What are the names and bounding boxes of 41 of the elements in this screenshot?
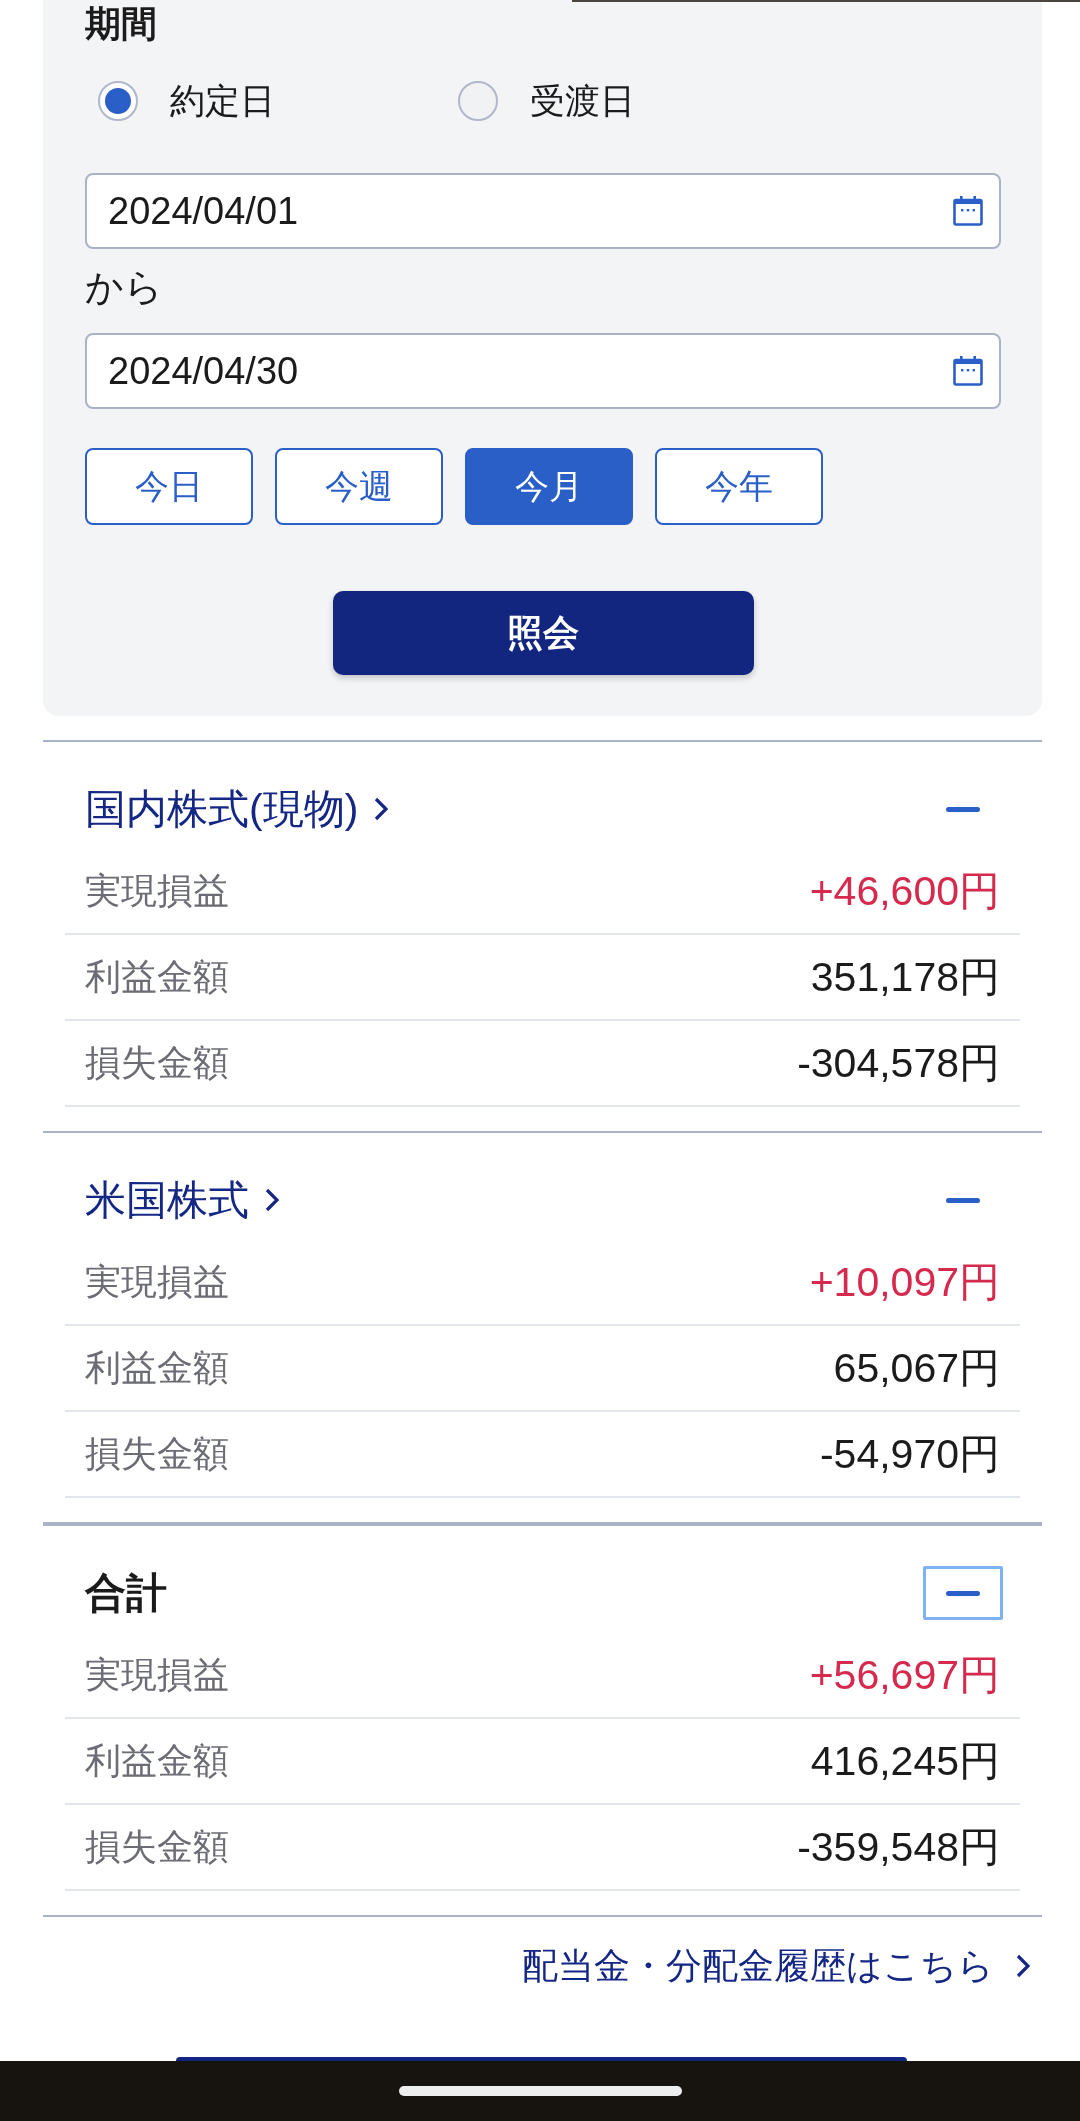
radio-button[interactable] xyxy=(458,81,498,121)
radio-button[interactable] xyxy=(98,81,138,121)
row-value: -359,548円 xyxy=(797,1822,1000,1872)
row-label: 損失金額 xyxy=(85,1040,229,1085)
period-heading: 期間 xyxy=(85,4,157,44)
row-value: -304,578円 xyxy=(797,1038,1000,1088)
calendar-icon[interactable] xyxy=(953,196,983,226)
range-label: から xyxy=(85,265,163,309)
row-value: 416,245円 xyxy=(810,1736,1000,1786)
calendar-icon[interactable] xyxy=(953,356,983,386)
date-field[interactable]: 2024/04/01 xyxy=(85,173,1001,249)
section-title-link[interactable]: 国内株式(現物) xyxy=(85,782,389,836)
period-preset-button[interactable]: 今週 xyxy=(275,448,443,525)
row-value: -54,970円 xyxy=(819,1429,1000,1479)
row-label: 利益金額 xyxy=(85,954,229,999)
row-label: 利益金額 xyxy=(85,1345,229,1390)
period-preset-button[interactable]: 今年 xyxy=(655,448,823,525)
total-heading: 合計 xyxy=(85,1569,167,1618)
date-field[interactable]: 2024/04/30 xyxy=(85,333,1001,409)
row-label: 損失金額 xyxy=(85,1824,229,1869)
row-label: 利益金額 xyxy=(85,1738,229,1783)
chevron-right-icon xyxy=(374,797,389,821)
row-value: 351,178円 xyxy=(810,952,1000,1002)
row-value: +56,697円 xyxy=(809,1650,1000,1700)
chevron-right-icon xyxy=(265,1188,279,1212)
row-value: 65,067円 xyxy=(833,1343,1000,1393)
row-value: +10,097円 xyxy=(809,1257,1000,1307)
row-label: 実現損益 xyxy=(85,1259,229,1304)
radio-label[interactable]: 約定日 xyxy=(170,79,275,123)
section-title-link[interactable]: 米国株式 xyxy=(85,1173,279,1227)
row-value: +46,600円 xyxy=(809,866,1000,916)
period-preset-button[interactable]: 今月 xyxy=(465,448,633,525)
chevron-right-icon xyxy=(1016,1954,1030,1978)
row-label: 損失金額 xyxy=(85,1431,229,1476)
collapse-button[interactable] xyxy=(923,1566,1003,1620)
row-label: 実現損益 xyxy=(85,1652,229,1697)
search-button[interactable]: 照会 xyxy=(332,591,754,675)
period-preset-button[interactable]: 今日 xyxy=(85,448,253,525)
row-label: 実現損益 xyxy=(85,868,229,913)
history-link[interactable]: 配当金・分配金履歴はこちら xyxy=(522,1941,1030,1991)
radio-label[interactable]: 受渡日 xyxy=(530,79,635,123)
